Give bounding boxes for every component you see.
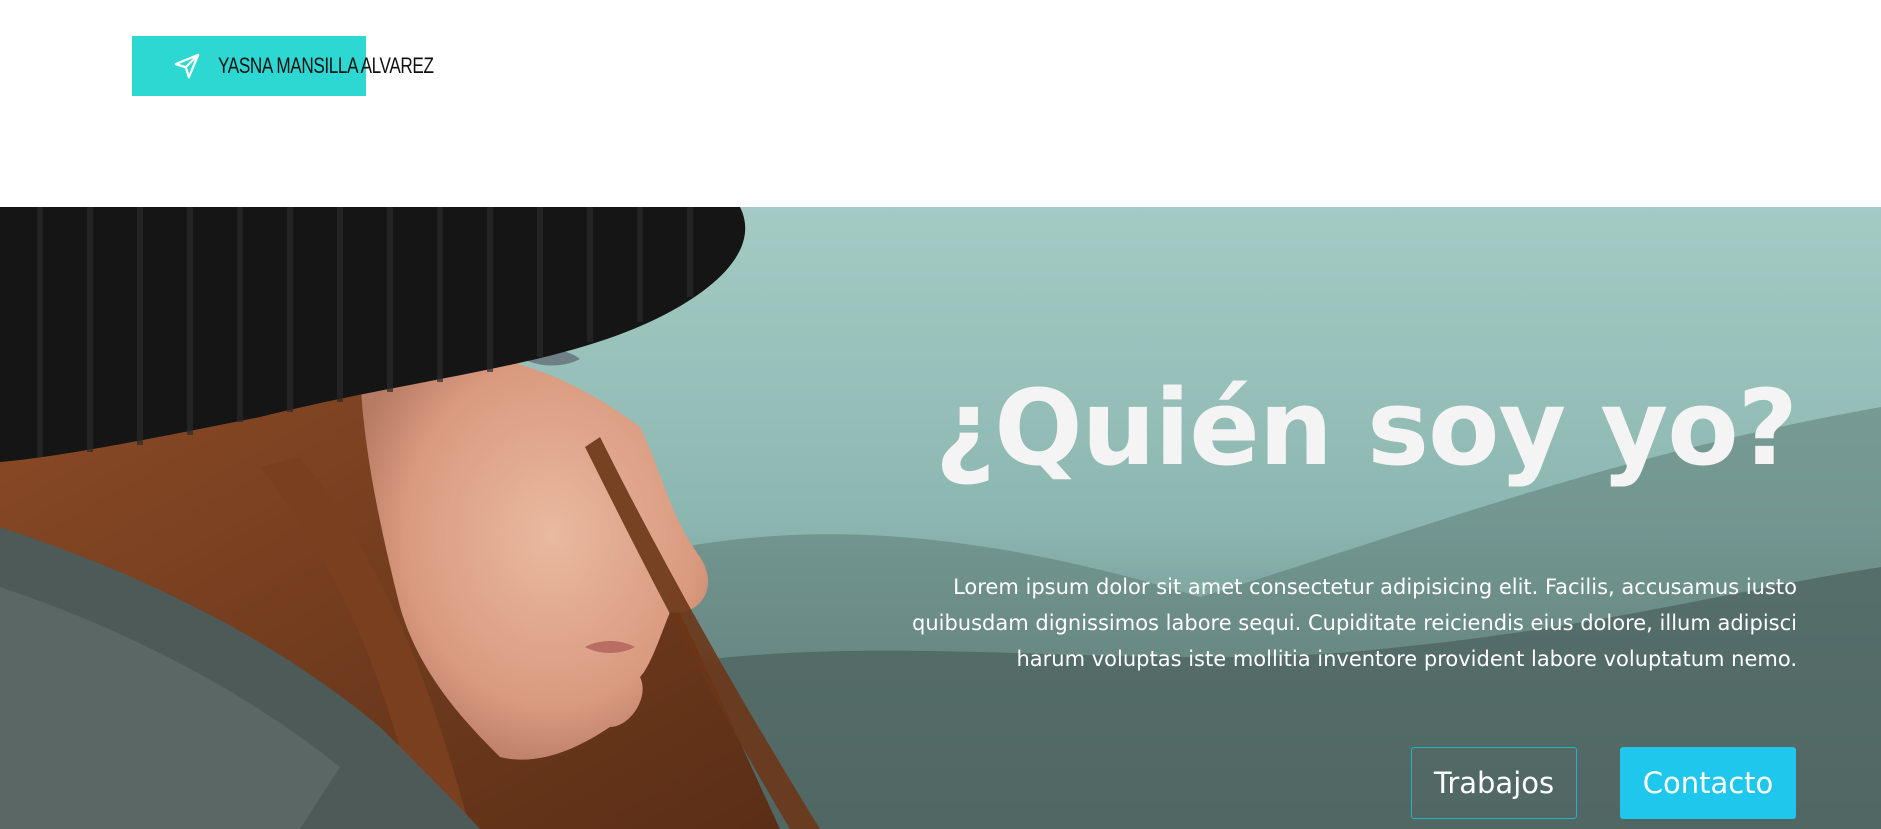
contacto-button[interactable]: Contacto <box>1620 747 1796 819</box>
hero-section: ¿Quién soy yo? Lorem ipsum dolor sit ame… <box>0 207 1881 829</box>
logo-text: YASNA MANSILLA ALVAREZ <box>218 53 434 78</box>
hero-background-image <box>0 207 1881 829</box>
hero-title: ¿Quién soy yo? <box>934 367 1798 489</box>
navigation-arrow-icon <box>174 53 200 79</box>
site-header: YASNA MANSILLA ALVAREZ <box>0 0 1881 207</box>
logo[interactable]: YASNA MANSILLA ALVAREZ <box>132 36 494 96</box>
trabajos-button[interactable]: Trabajos <box>1411 747 1577 819</box>
hero-description: Lorem ipsum dolor sit amet consectetur a… <box>912 575 1797 671</box>
